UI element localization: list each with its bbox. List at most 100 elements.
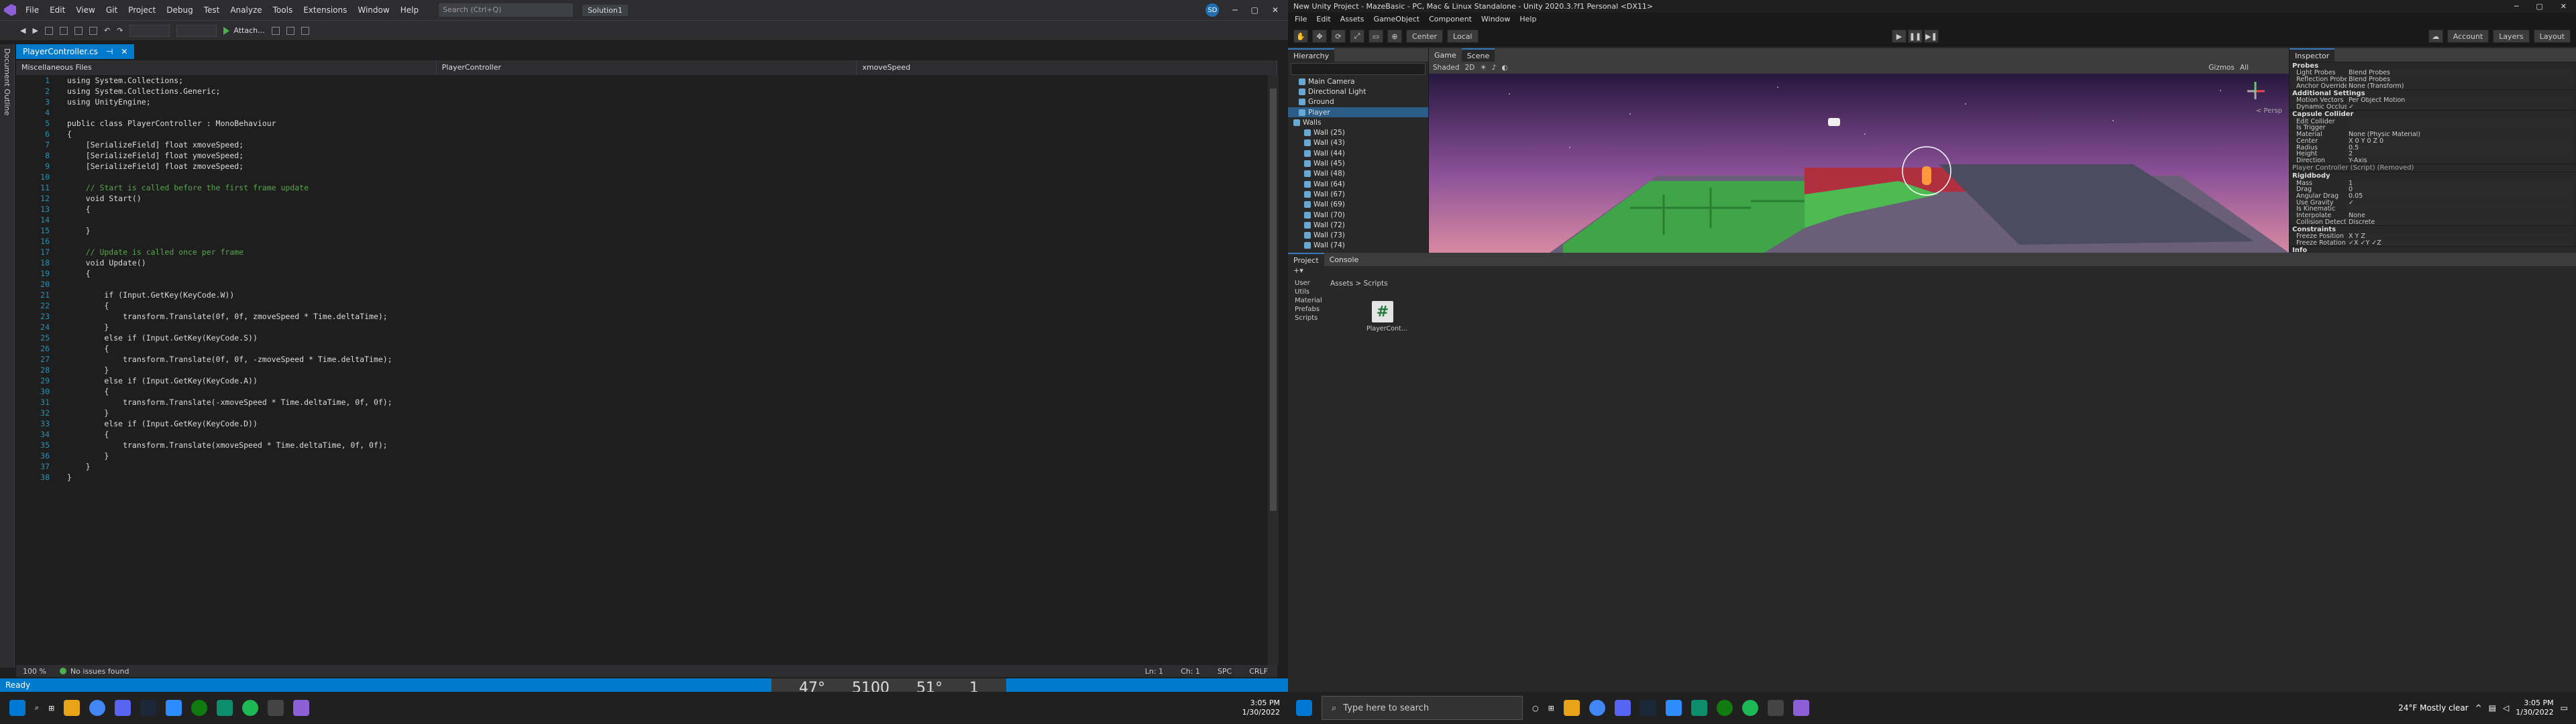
add-icon[interactable]: +▾	[1288, 266, 1303, 275]
hierarchy-item[interactable]: Player	[1288, 107, 1428, 118]
menu-item-window[interactable]: Window	[1481, 15, 1510, 23]
edge-icon[interactable]	[217, 700, 233, 716]
fold-marker[interactable]	[56, 139, 67, 150]
hierarchy-item[interactable]: Wall (43)	[1288, 138, 1428, 148]
pin-icon[interactable]: ⊣	[106, 47, 113, 56]
hierarchy-item[interactable]: Walls	[1288, 117, 1428, 127]
document-outline-panel[interactable]: Document Outline	[0, 44, 15, 668]
fold-marker[interactable]	[56, 118, 67, 129]
field-value[interactable]: Y-Axis	[2347, 157, 2572, 164]
chrome-icon[interactable]	[1589, 700, 1605, 716]
nav-member-dropdown[interactable]: xmoveSpeed	[857, 60, 1278, 75]
app-icon[interactable]	[1665, 700, 1682, 716]
toolbar-tool-icon[interactable]	[301, 26, 309, 35]
lighting-icon[interactable]: ☀	[1480, 64, 1486, 72]
tab-scene[interactable]: Scene	[1461, 48, 1495, 62]
field-value[interactable]	[2347, 206, 2572, 213]
field-value[interactable]: Blend Probes	[2347, 70, 2572, 76]
redo-icon[interactable]: ↷	[117, 26, 123, 35]
menu-item-file[interactable]: File	[25, 5, 39, 15]
component-header[interactable]: Constraints	[2290, 225, 2576, 233]
pivot-toggle[interactable]: Center	[1406, 29, 1444, 43]
nav-type-dropdown[interactable]: PlayerController	[437, 60, 857, 75]
fold-marker[interactable]	[56, 193, 67, 204]
component-header[interactable]: Rigidbody	[2290, 172, 2576, 180]
script-file-name[interactable]: PlayerCont...	[1366, 325, 1407, 333]
cortana-icon[interactable]: ○	[1532, 704, 1539, 713]
fold-marker[interactable]	[56, 215, 67, 225]
zoom-level[interactable]: 100 %	[23, 667, 46, 676]
steam-icon[interactable]	[140, 700, 157, 716]
toolbar-tool-icon[interactable]	[271, 26, 280, 35]
play-icon[interactable]: ▶	[1892, 29, 1907, 43]
app-icon[interactable]	[166, 700, 182, 716]
hierarchy-item[interactable]: Wall (48)	[1288, 169, 1428, 179]
hierarchy-item[interactable]: Wall (45)	[1288, 158, 1428, 168]
tab-game[interactable]: Game	[1429, 48, 1462, 62]
undo-icon[interactable]: ↶	[104, 26, 110, 35]
fold-marker[interactable]	[56, 354, 67, 365]
project-folder[interactable]: Prefabs	[1288, 306, 1323, 314]
field-value[interactable]: None (Physic Material)	[2347, 131, 2572, 138]
menu-item-assets[interactable]: Assets	[1340, 15, 1364, 23]
component-header[interactable]: Capsule Collider	[2290, 110, 2576, 118]
minimize-icon[interactable]: ─	[2514, 2, 2519, 11]
menu-item-component[interactable]: Component	[1429, 15, 1472, 23]
steam-icon[interactable]	[1640, 700, 1656, 716]
effects-icon[interactable]: ◐	[1501, 64, 1507, 72]
weather-widget[interactable]: 24°F Mostly clear	[2398, 703, 2469, 713]
menu-item-git[interactable]: Git	[106, 5, 117, 15]
component-header[interactable]: Player Controller (Script) (Removed)	[2290, 164, 2576, 172]
fold-marker[interactable]	[56, 172, 67, 182]
field-value[interactable]: 0	[2347, 186, 2572, 193]
hierarchy-item[interactable]: Wall (74)	[1288, 241, 1428, 251]
menu-item-help[interactable]: Help	[1519, 15, 1536, 23]
xbox-icon[interactable]	[1716, 700, 1733, 716]
component-header[interactable]: Probes	[2290, 62, 2576, 70]
attach-button[interactable]: Attach...	[223, 26, 265, 35]
hierarchy-item[interactable]: Wall (44)	[1288, 148, 1428, 158]
layout-dropdown[interactable]: Layout	[2533, 29, 2571, 43]
fold-marker[interactable]	[56, 461, 67, 472]
code-editor[interactable]: 1 using System.Collections; 2 using System.…	[16, 75, 1271, 665]
2d-toggle[interactable]: 2D	[1465, 64, 1475, 72]
menu-item-extensions[interactable]: Extensions	[303, 5, 347, 15]
close-icon[interactable]: ✕	[1272, 5, 1279, 15]
save-icon[interactable]	[74, 26, 83, 35]
network-icon[interactable]: ▤	[2489, 703, 2496, 713]
maximize-icon[interactable]: ▢	[2536, 2, 2542, 11]
toolbar-tool-icon[interactable]	[286, 26, 294, 35]
tab-hierarchy[interactable]: Hierarchy	[1288, 48, 1335, 62]
fold-marker[interactable]	[56, 279, 67, 290]
file-explorer-icon[interactable]	[64, 700, 80, 716]
field-value[interactable]: Discrete	[2347, 219, 2572, 225]
field-value[interactable]: 0.5	[2347, 144, 2572, 151]
xbox-icon[interactable]	[191, 700, 208, 716]
file-explorer-icon[interactable]	[1563, 700, 1580, 716]
csharp-script-icon[interactable]: #	[1372, 301, 1393, 322]
fold-marker[interactable]	[56, 97, 67, 107]
whitespace-mode[interactable]: SPC	[1218, 667, 1232, 676]
unity-icon[interactable]	[268, 700, 284, 716]
collab-icon[interactable]: ☁	[2428, 29, 2443, 43]
field-value[interactable]: None	[2347, 213, 2572, 219]
start-icon[interactable]	[9, 700, 25, 716]
field-value[interactable]: 1	[2347, 180, 2572, 186]
close-tab-icon[interactable]: ✕	[121, 47, 127, 56]
forward-icon[interactable]: ▶	[32, 26, 38, 35]
fold-marker[interactable]	[56, 300, 67, 311]
fold-marker[interactable]	[56, 236, 67, 247]
project-folder[interactable]: Scripts	[1288, 314, 1323, 323]
transform-tool-icon[interactable]: ⊕	[1387, 29, 1402, 43]
fold-marker[interactable]	[56, 247, 67, 257]
fold-marker[interactable]	[56, 365, 67, 375]
account-dropdown[interactable]: Account	[2447, 29, 2489, 43]
fold-marker[interactable]	[56, 472, 67, 483]
task-view-icon[interactable]: ⊞	[1548, 704, 1554, 713]
fold-marker[interactable]	[56, 386, 67, 397]
field-value[interactable]: Blend Probes	[2347, 76, 2572, 83]
fold-marker[interactable]	[56, 311, 67, 322]
volume-icon[interactable]: ◁	[2503, 703, 2509, 713]
project-folder[interactable]: Material	[1288, 297, 1323, 306]
taskbar-search-input[interactable]: ⌕ Type here to search	[1322, 696, 1523, 720]
